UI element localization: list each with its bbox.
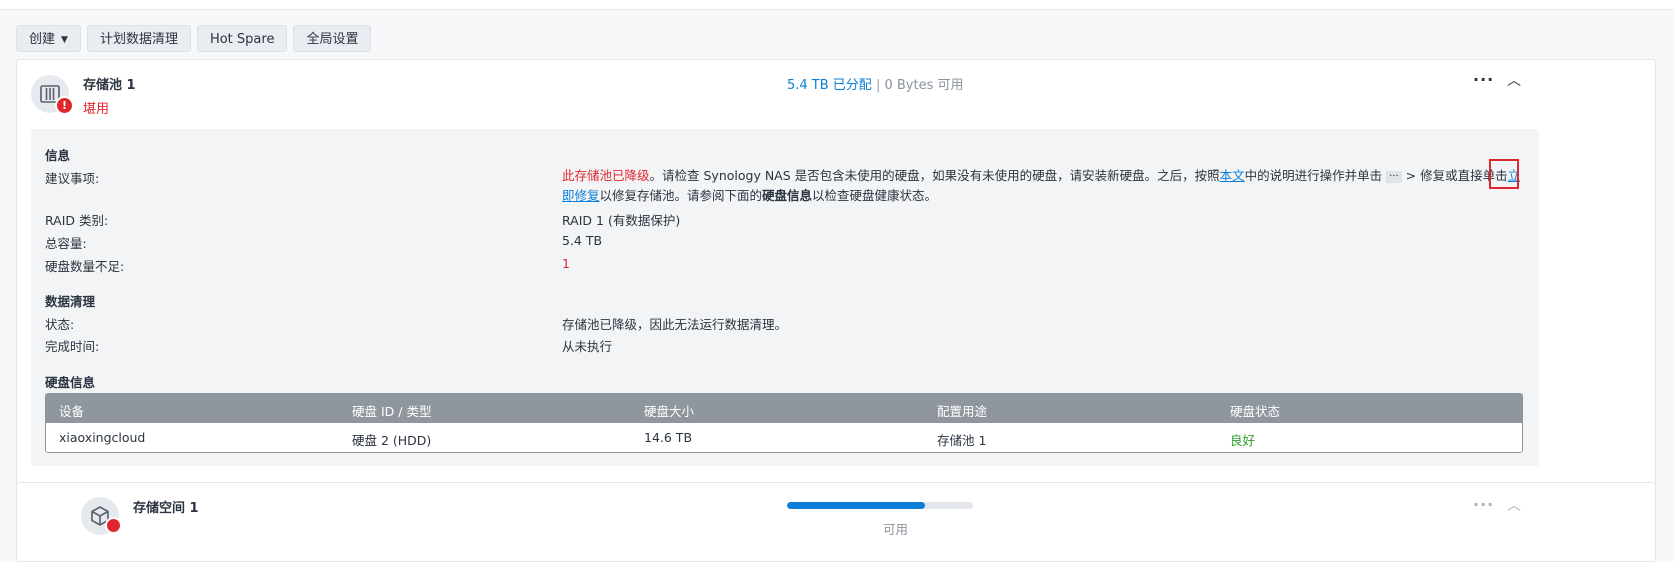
disk-table: 设备 硬盘 ID / 类型 硬盘大小 配置用途 硬盘状态 xiaoxingclo…: [45, 393, 1523, 453]
col-disk-size: 硬盘大小: [644, 404, 695, 419]
cell-disk-size: 14.6 TB: [644, 430, 693, 445]
col-disk-id: 硬盘 ID / 类型: [352, 404, 432, 419]
raid-value: RAID 1 (有数据保护): [562, 213, 681, 228]
create-button-label: 创建: [29, 32, 56, 47]
disk-info-bold: 硬盘信息: [762, 188, 813, 203]
info-section-title: 信息: [45, 148, 71, 163]
volume-more-icon[interactable]: ···: [1473, 495, 1494, 514]
col-disk-status: 硬盘状态: [1230, 404, 1281, 419]
allocated-value: 5.4 TB 已分配: [787, 78, 872, 93]
volume-title: 存储空间 1: [133, 501, 199, 516]
hot-spare-button[interactable]: Hot Spare: [196, 25, 288, 52]
error-badge-icon: !: [55, 96, 74, 115]
schedule-scrub-button[interactable]: 计划数据清理: [86, 25, 191, 52]
advice-text: 此存储池已降级。请检查 Synology NAS 是否包含未使用的硬盘，如果没有…: [562, 166, 1522, 206]
advice-part4: 以修复存储池。请参阅下面的: [599, 188, 763, 203]
advice-part2: 中的说明进行操作并单击: [1244, 168, 1383, 183]
allocation-separator: |: [875, 78, 881, 93]
cell-device: xiaoxingcloud: [59, 430, 146, 445]
scrub-completed-value: 从未执行: [562, 339, 613, 354]
scrub-status-value: 存储池已降级，因此无法运行数据清理。: [562, 317, 788, 332]
pool-status: 堪用: [83, 102, 110, 117]
available-value: 0 Bytes 可用: [884, 78, 964, 93]
capacity-label: 总容量:: [45, 236, 87, 251]
article-link[interactable]: 本文: [1220, 168, 1245, 183]
disk-info-section-title: 硬盘信息: [45, 375, 96, 390]
capacity-value: 5.4 TB: [562, 233, 603, 248]
more-icon[interactable]: ···: [1473, 70, 1494, 89]
advice-part5: 以检查硬盘健康状态。: [812, 188, 938, 203]
pool-title: 存储池 1: [83, 78, 136, 93]
missing-disks-value: 1: [562, 256, 570, 271]
highlight-box: [1489, 159, 1519, 189]
caret-down-icon: ▼: [61, 35, 68, 45]
disk-table-header: 设备 硬盘 ID / 类型 硬盘大小 配置用途 硬盘状态: [46, 394, 1522, 423]
advice-label: 建议事项:: [45, 171, 100, 186]
pool-allocation: 5.4 TB 已分配 | 0 Bytes 可用: [787, 74, 964, 93]
volume-card: 存储空间 1 可用 ··· ︿: [16, 482, 1656, 562]
chevron-up-icon[interactable]: ︿: [1507, 70, 1521, 90]
volume-chevron-up-icon[interactable]: ︿: [1507, 495, 1521, 515]
scrub-completed-label: 完成时间:: [45, 339, 100, 354]
cell-disk-status: 良好: [1230, 433, 1256, 448]
create-button[interactable]: 创建 ▼: [16, 25, 81, 52]
volume-usage-fill: [787, 502, 925, 509]
table-row[interactable]: xiaoxingcloud 硬盘 2 (HDD) 14.6 TB 存储池 1 良…: [46, 423, 1522, 452]
cell-allocation: 存储池 1: [937, 433, 987, 448]
volume-usage-bar: [787, 502, 973, 509]
raid-label: RAID 类别:: [45, 213, 109, 228]
storage-pool-card: ! 存储池 1 堪用 5.4 TB 已分配 | 0 Bytes 可用 ··· ︿…: [16, 59, 1656, 513]
col-allocation: 配置用途: [937, 404, 988, 419]
degraded-text: 此存储池已降级: [562, 168, 650, 183]
global-settings-button[interactable]: 全局设置: [293, 25, 372, 52]
volume-available-partial: 可用: [883, 522, 909, 537]
col-device: 设备: [59, 404, 85, 419]
cell-disk-id: 硬盘 2 (HDD): [352, 433, 432, 448]
top-bar: [0, 0, 1674, 10]
scrub-status-label: 状态:: [45, 317, 75, 332]
advice-part1: 。请检查 Synology NAS 是否包含未使用的硬盘，如果没有未使用的硬盘，…: [649, 168, 1220, 183]
toolbar: 创建 ▼ 计划数据清理 Hot Spare 全局设置: [16, 25, 372, 52]
missing-disks-label: 硬盘数量不足:: [45, 259, 125, 274]
pool-details-panel: 信息 建议事项: 此存储池已降级。请检查 Synology NAS 是否包含未使…: [31, 129, 1539, 466]
scrub-section-title: 数据清理: [45, 294, 96, 309]
more-inline-icon: ···: [1386, 171, 1402, 183]
volume-error-badge-icon: [105, 517, 122, 534]
